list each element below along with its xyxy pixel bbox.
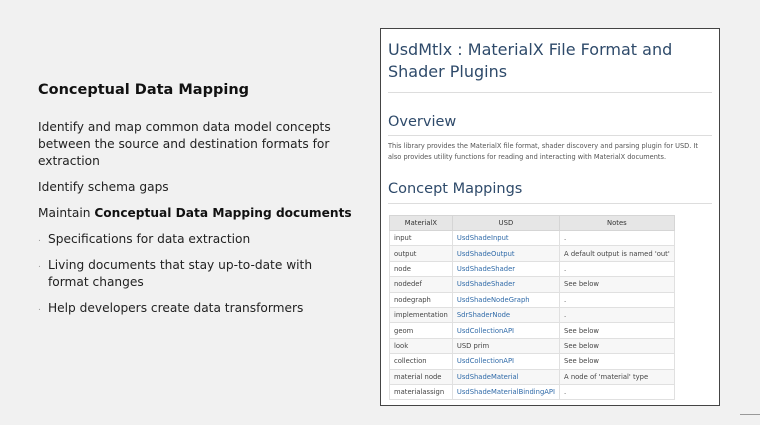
cell-materialx: geom <box>389 322 453 339</box>
header-usd: USD <box>451 215 561 231</box>
cell-usd: USD prim <box>451 337 561 355</box>
bullet-marker: . <box>38 234 41 244</box>
cell-notes: See below <box>559 276 675 293</box>
table-row: geom UsdCollectionAPI See below <box>389 322 675 339</box>
doc-title: UsdMtlx : MaterialX File Format and Shad… <box>388 40 673 81</box>
cell-materialx: nodegraph <box>389 291 453 308</box>
paragraph-maintain-prefix: Maintain <box>38 206 95 220</box>
cell-materialx: nodedef <box>389 276 453 293</box>
cell-notes: See below <box>559 322 675 339</box>
cell-usd[interactable]: UsdShadeShader <box>451 260 561 278</box>
header-notes: Notes <box>559 215 675 231</box>
table-row: collection UsdCollectionAPI See below <box>389 353 675 370</box>
table-row: output UsdShadeOutput A default output is … <box>389 245 675 262</box>
bullet-text: Specifications for data extraction <box>48 232 251 246</box>
table-row: node UsdShadeShader. <box>389 260 675 278</box>
bullet-text: Living documents that stay up-to-date wi… <box>48 258 313 289</box>
paragraph-maintain: Maintain Conceptual Data Mapping documen… <box>38 206 352 220</box>
cell-usd[interactable]: UsdShadeMaterial <box>451 368 561 385</box>
header-materialx: MaterialX <box>389 215 453 231</box>
cell-notes: . <box>559 383 675 401</box>
table-row: input UsdShadeInput. <box>389 229 675 247</box>
cell-materialx: materialassign <box>389 383 453 401</box>
cell-notes: . <box>559 306 675 324</box>
cell-notes: . <box>559 229 675 247</box>
corner-mark <box>740 414 760 415</box>
cell-materialx: input <box>389 229 453 247</box>
table-row: materialassign UsdShadeMaterialBindingAPI… <box>389 383 675 401</box>
bullet-marker: . <box>38 260 41 270</box>
paragraph-mapping: Identify and map common data model conce… <box>38 120 331 168</box>
concept-mappings-heading: Concept Mappings <box>388 181 523 197</box>
title-divider <box>388 92 712 93</box>
slide: Conceptual Data Mapping Identify and map… <box>0 0 760 425</box>
paragraph-maintain-bold: Conceptual Data Mapping documents <box>94 206 352 220</box>
cell-materialx: output <box>389 245 453 262</box>
cell-usd[interactable]: UsdShadeShader <box>451 276 561 293</box>
overview-divider <box>388 135 712 136</box>
cell-notes: . <box>559 291 675 308</box>
cell-notes: See below <box>559 337 675 355</box>
overview-text: This library provides the MaterialX file… <box>388 142 698 161</box>
cell-materialx: material node <box>389 368 453 385</box>
table-row: look USD prim See below <box>389 337 675 355</box>
overview-heading: Overview <box>388 114 457 130</box>
cell-usd[interactable]: UsdCollectionAPI <box>451 353 561 370</box>
cell-notes: A node of 'material' type <box>559 368 675 385</box>
concept-divider <box>388 203 712 204</box>
table-row: nodegraph UsdShadeNodeGraph. <box>389 291 675 308</box>
cell-usd[interactable]: UsdCollectionAPI <box>451 322 561 339</box>
bullet-text: Help developers create data transformers <box>48 301 304 315</box>
cell-materialx: collection <box>389 353 453 370</box>
table-header-row: MaterialX USD Notes <box>389 215 675 231</box>
table-row: implementation SdrShaderNode. <box>389 306 675 324</box>
concept-mapping-table: MaterialX USD Notes input UsdShadeInput. o… <box>389 215 675 401</box>
cell-notes: A default output is named 'out' <box>559 245 675 262</box>
table-row: material node UsdShadeMaterial A node of '… <box>389 368 675 385</box>
cell-materialx: node <box>389 260 453 278</box>
cell-materialx: implementation <box>389 306 453 324</box>
table-row: nodedef UsdShadeShader See below <box>389 276 675 293</box>
cell-materialx: look <box>389 337 453 355</box>
slide-heading: Conceptual Data Mapping <box>38 82 250 98</box>
cell-usd[interactable]: UsdShadeNodeGraph <box>451 291 561 308</box>
documentation-screenshot: UsdMtlx : MaterialX File Format and Shad… <box>380 28 720 406</box>
paragraph-schema-gaps: Identify schema gaps <box>38 180 169 194</box>
bullet-marker: . <box>38 303 41 313</box>
cell-usd[interactable]: SdrShaderNode <box>451 306 561 324</box>
cell-usd[interactable]: UsdShadeOutput <box>451 245 561 262</box>
cell-notes: See below <box>559 353 675 370</box>
cell-usd[interactable]: UsdShadeMaterialBindingAPI <box>451 383 561 401</box>
cell-notes: . <box>559 260 675 278</box>
cell-usd[interactable]: UsdShadeInput <box>451 229 561 247</box>
